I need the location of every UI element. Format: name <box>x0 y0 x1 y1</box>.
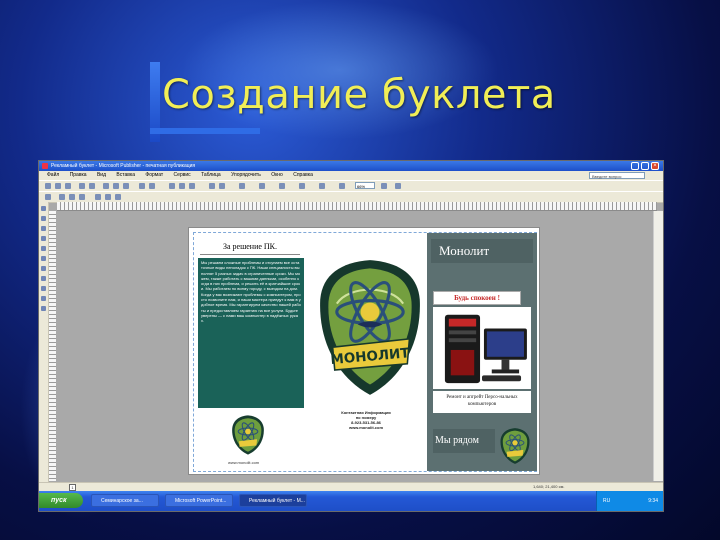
windows-taskbar: пуск Семинарское за... Microsoft PowerPo… <box>39 491 663 511</box>
menu-help[interactable]: Справка <box>293 172 313 178</box>
monolit-logo-icon[interactable] <box>230 414 266 456</box>
cursor-coordinates: 1,640; 21,400 см. <box>533 484 565 489</box>
minimize-button[interactable] <box>631 162 639 170</box>
align-center-icon[interactable] <box>105 194 111 200</box>
align-left-icon[interactable] <box>95 194 101 200</box>
menu-tools[interactable]: Сервис <box>174 172 191 178</box>
help-search-input[interactable]: Введите вопрос <box>589 172 645 179</box>
service-description[interactable]: Ремонт и апгрейт Персо-нальных компьютер… <box>433 391 531 413</box>
new-icon[interactable] <box>45 183 51 189</box>
print-icon[interactable] <box>79 183 85 189</box>
taskbar-item[interactable]: Microsoft PowerPoint... <box>165 494 233 507</box>
window-title: Рекламный буклет - Microsoft Publisher -… <box>51 163 196 169</box>
bring-forward-icon[interactable] <box>209 183 215 189</box>
group-icon[interactable] <box>239 183 245 189</box>
menu-arrange[interactable]: Упорядочить <box>231 172 261 178</box>
background-glow <box>180 0 500 140</box>
taskbar-item[interactable]: Семинарское за... <box>91 494 159 507</box>
vertical-scrollbar[interactable] <box>653 211 663 481</box>
website-url: www.monolit.com <box>228 460 260 465</box>
paste-icon[interactable] <box>123 183 129 189</box>
monolit-logo-small-icon[interactable] <box>499 426 531 466</box>
panel-heading[interactable]: За решение ПК. <box>200 240 300 255</box>
copy-icon[interactable] <box>113 183 119 189</box>
align-right-icon[interactable] <box>115 194 121 200</box>
open-icon[interactable] <box>55 183 61 189</box>
picture-icon[interactable] <box>189 183 195 189</box>
zoom-out-icon[interactable] <box>339 183 345 189</box>
link-icon[interactable] <box>299 183 305 189</box>
brochure-page[interactable]: За решение ПК. Мы решаем сложные проблем… <box>188 227 540 475</box>
system-tray: RU 9:34 <box>596 491 663 511</box>
select-tool-icon[interactable] <box>41 206 46 211</box>
near-label[interactable]: Мы рядом <box>433 429 495 453</box>
contact-url: www.monolit.com <box>348 425 384 430</box>
menu-insert[interactable]: Вставка <box>116 172 135 178</box>
preview-icon[interactable] <box>89 183 95 189</box>
autoshapes-tool-icon[interactable] <box>41 296 46 301</box>
menu-view[interactable]: Вид <box>97 172 106 178</box>
oval-tool-icon[interactable] <box>41 276 46 281</box>
menu-file[interactable]: Файл <box>47 172 59 178</box>
menu-window[interactable]: Окно <box>271 172 283 178</box>
text-box-tool-icon[interactable] <box>41 216 46 221</box>
clock: 9:34 <box>648 498 658 504</box>
brochure-panel-right: Монолит Будь спокоен ! Ремонт и апгрейт … <box>427 233 537 471</box>
rotate-icon[interactable] <box>259 183 265 189</box>
bold-icon[interactable] <box>59 194 65 200</box>
zoom-in-icon[interactable] <box>381 183 387 189</box>
panel-body-text[interactable]: Мы решаем сложные проблемы и отсупаем вс… <box>198 258 304 408</box>
picture-tool-icon[interactable] <box>41 246 46 251</box>
hotspot-tool-icon[interactable] <box>41 306 46 311</box>
insert-table-icon[interactable] <box>169 183 175 189</box>
app-icon <box>42 163 48 169</box>
vertical-ruler <box>49 211 56 481</box>
language-indicator[interactable]: RU <box>603 491 610 511</box>
close-button[interactable]: × <box>651 162 659 170</box>
window-titlebar: Рекламный буклет - Microsoft Publisher -… <box>39 161 663 171</box>
contact-info: Контактная Информация по номеру 8-923-53… <box>326 410 406 430</box>
italic-icon[interactable] <box>69 194 75 200</box>
objects-toolbar <box>39 202 49 482</box>
redo-icon[interactable] <box>149 183 155 189</box>
maximize-button[interactable] <box>641 162 649 170</box>
status-bar: 1 1,640; 21,400 см. <box>39 482 663 491</box>
rectangle-tool-icon[interactable] <box>41 286 46 291</box>
brochure-panel-middle: МОНОЛИТ Контактная Информация по номеру … <box>312 238 424 466</box>
zoom-select[interactable]: 66% <box>355 182 375 189</box>
line-tool-icon[interactable] <box>41 256 46 261</box>
computer-image-icon[interactable] <box>433 307 531 389</box>
format-painter-icon[interactable] <box>279 183 285 189</box>
slogan[interactable]: Будь спокоен ! <box>433 291 521 305</box>
wordart-tool-icon[interactable] <box>41 236 46 241</box>
title-underline-bar <box>150 128 260 134</box>
table-tool-icon[interactable] <box>41 226 46 231</box>
style-icon[interactable] <box>45 194 51 200</box>
slide-title: Создание буклета <box>162 72 556 118</box>
cut-icon[interactable] <box>103 183 109 189</box>
spelling-icon[interactable] <box>319 183 325 189</box>
send-backward-icon[interactable] <box>219 183 225 189</box>
company-name[interactable]: Монолит <box>431 239 533 263</box>
arrow-tool-icon[interactable] <box>41 266 46 271</box>
horizontal-ruler <box>57 202 657 211</box>
save-icon[interactable] <box>65 183 71 189</box>
publisher-screenshot: Рекламный буклет - Microsoft Publisher -… <box>38 160 664 512</box>
menu-bar: Файл Правка Вид Вставка Формат Сервис Та… <box>39 171 663 180</box>
menu-format[interactable]: Формат <box>145 172 163 178</box>
help-icon[interactable] <box>395 183 401 189</box>
menu-table[interactable]: Таблица <box>201 172 221 178</box>
margin-guides: За решение ПК. Мы решаем сложные проблем… <box>193 232 537 472</box>
monolit-logo-large-icon[interactable]: МОНОЛИТ <box>318 258 422 398</box>
undo-icon[interactable] <box>139 183 145 189</box>
menu-edit[interactable]: Правка <box>70 172 87 178</box>
start-button[interactable]: пуск <box>39 493 83 508</box>
brochure-panel-left: За решение ПК. Мы решаем сложные проблем… <box>198 238 308 466</box>
underline-icon[interactable] <box>79 194 85 200</box>
columns-icon[interactable] <box>179 183 185 189</box>
taskbar-item-active[interactable]: Рекламный буклет - M... <box>239 494 307 507</box>
page-indicator[interactable]: 1 <box>69 484 76 491</box>
